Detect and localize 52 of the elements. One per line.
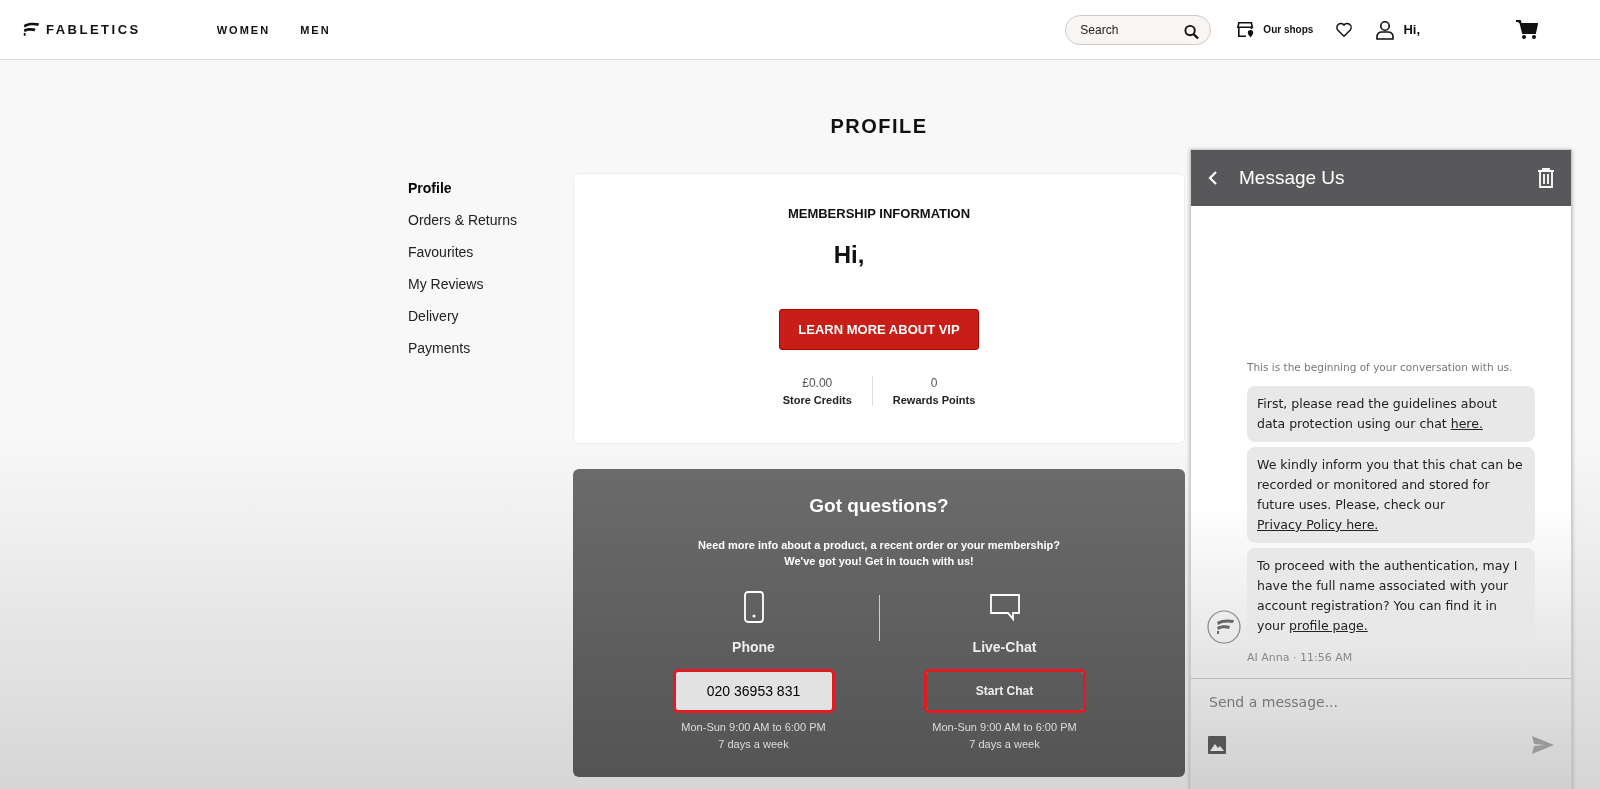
stat-value: £0.00 — [802, 376, 833, 390]
avatar-icon — [1207, 610, 1241, 644]
panel-text: We've got you! Get in touch with us! — [783, 554, 975, 569]
speech-bubble-icon — [988, 591, 1021, 623]
message-link[interactable]: profile page. — [1289, 618, 1368, 633]
sidebar-item[interactable]: Favourites — [408, 243, 573, 262]
opening-hours: Mon-Sun 9:00 AM to 6:00 PM — [681, 720, 826, 735]
stat-label: Rewards Points — [892, 394, 976, 406]
sidebar-item[interactable]: Delivery — [408, 307, 573, 326]
option-label: Live-Chat — [972, 639, 1037, 655]
image-icon[interactable] — [1207, 735, 1227, 755]
panel-title: Got questions? — [809, 495, 949, 517]
card-title: MEMBERSHIP INFORMATION — [787, 206, 971, 221]
sidebar-item[interactable]: My Reviews — [408, 275, 573, 294]
stat-value: 0 — [930, 376, 938, 390]
phone-number-button[interactable]: 020 36953 831 — [674, 671, 833, 711]
greeting: Hi, — [833, 241, 865, 269]
cart-icon[interactable] — [1516, 19, 1538, 40]
heart-icon[interactable] — [1335, 20, 1354, 39]
chat-message: First, please read the guidelines about data protection using our chat here. — [1247, 386, 1535, 442]
panel-text: Need more info about a product, a recent order or your membership? — [698, 538, 1060, 553]
logo-icon — [22, 22, 40, 37]
chat-message: We kindly inform you that this chat can be recorded or monitored and stored for future uses. Please, check our Privacy Policy here. — [1247, 447, 1535, 543]
opening-hours: Mon-Sun 9:00 AM to 6:00 PM — [932, 720, 1077, 735]
start-chat-button[interactable]: Start Chat — [925, 671, 1084, 711]
trash-icon[interactable] — [1537, 168, 1555, 188]
phone-icon — [742, 591, 765, 623]
user-icon[interactable] — [1375, 19, 1396, 40]
sidebar-item[interactable]: Profile — [408, 179, 573, 198]
stat-label: Store Credits — [782, 394, 852, 406]
our-shops-link[interactable]: Our shops — [1263, 24, 1314, 35]
page-title: PROFILE — [829, 114, 929, 138]
opening-days: 7 days a week — [932, 736, 1077, 753]
nav-link[interactable]: WOMEN — [216, 23, 271, 36]
search-field[interactable]: Search — [1065, 14, 1212, 45]
message-input[interactable]: Send a message... — [1207, 693, 1555, 711]
message-link[interactable]: Privacy Policy here. — [1257, 517, 1379, 532]
chat-title: Message Us — [1239, 167, 1346, 189]
sidebar-item[interactable]: Orders & Returns — [408, 211, 573, 230]
user-greeting[interactable]: Hi, — [1403, 22, 1420, 37]
nav-link[interactable]: MEN — [300, 23, 331, 36]
store-icon[interactable] — [1237, 20, 1256, 39]
sidebar-item[interactable]: Payments — [408, 339, 573, 358]
learn-more-button[interactable]: LEARN MORE ABOUT VIP — [779, 309, 979, 350]
back-icon[interactable] — [1207, 170, 1219, 186]
message-meta: AI Anna · 11:56 AM — [1247, 651, 1354, 664]
message-link[interactable]: here. — [1450, 416, 1483, 431]
opening-days: 7 days a week — [681, 736, 826, 753]
conversation-intro: This is the beginning of your conversation with us. — [1247, 361, 1514, 373]
option-label: Phone — [732, 639, 775, 655]
brand-logo[interactable]: FABLETICS — [46, 22, 141, 37]
search-icon[interactable] — [1184, 22, 1200, 41]
